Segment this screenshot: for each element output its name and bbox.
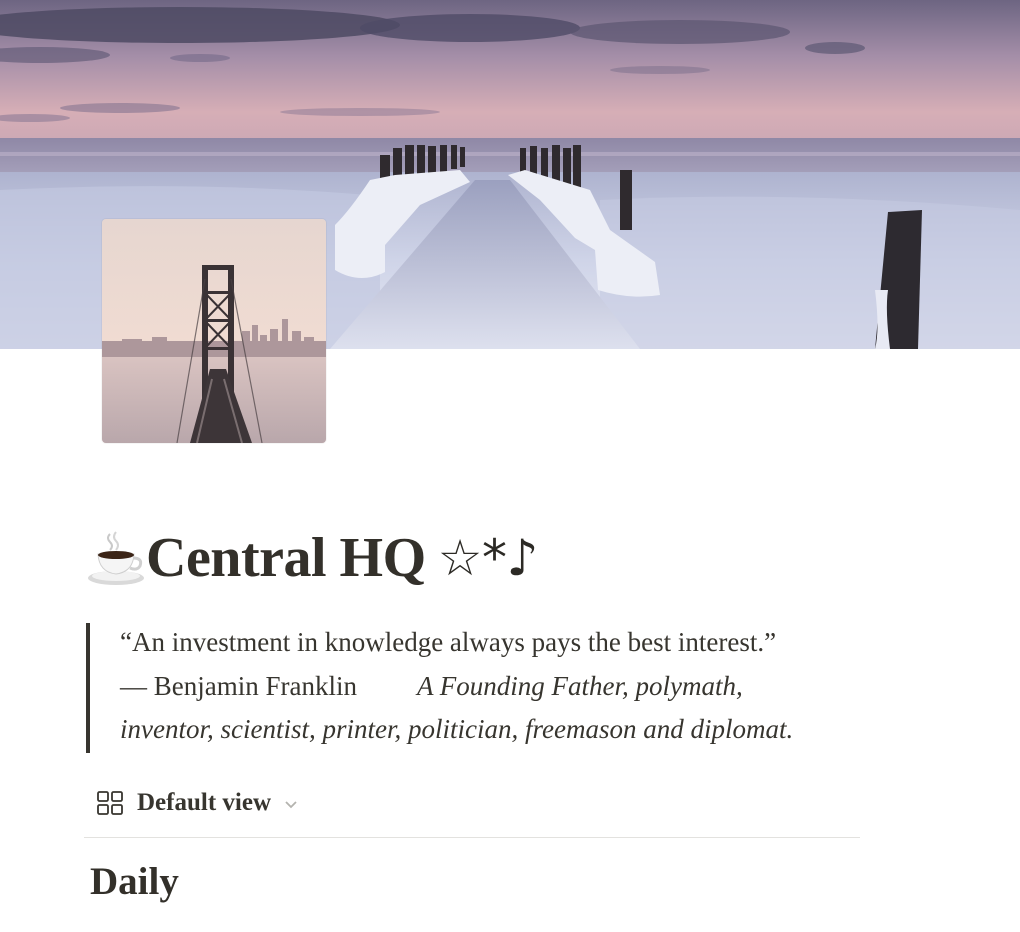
quote-attribution-line: — Benjamin Franklin A Founding Father, po…	[120, 665, 826, 709]
section-heading-daily[interactable]: Daily	[90, 856, 179, 908]
view-divider	[84, 837, 860, 838]
gallery-grid-icon	[97, 791, 123, 815]
quote-author-description-1: A Founding Father, polymath,	[416, 670, 743, 701]
quote-author-description-2: inventor, scientist, printer, politician…	[120, 714, 794, 744]
title-star-note-glyphs: ☆*♪	[437, 529, 539, 587]
quote-text: “An investment in knowledge always pays …	[120, 627, 777, 657]
chevron-down-icon	[285, 801, 297, 809]
page-icon-image[interactable]	[102, 219, 326, 443]
page-title[interactable]: Central HQ ☆*♪	[86, 518, 538, 598]
quote-block[interactable]: “An investment in knowledge always pays …	[86, 623, 826, 753]
view-switcher-label: Default view	[137, 789, 271, 816]
view-switcher-button[interactable]: Default view	[96, 784, 299, 822]
quote-author: — Benjamin Franklin	[120, 670, 357, 701]
notion-page: Central HQ ☆*♪ “An investment in knowled…	[0, 0, 1020, 932]
page-title-text: Central HQ	[146, 527, 426, 589]
coffee-cup-icon	[86, 528, 146, 588]
bridge-skyline-image	[102, 219, 326, 443]
